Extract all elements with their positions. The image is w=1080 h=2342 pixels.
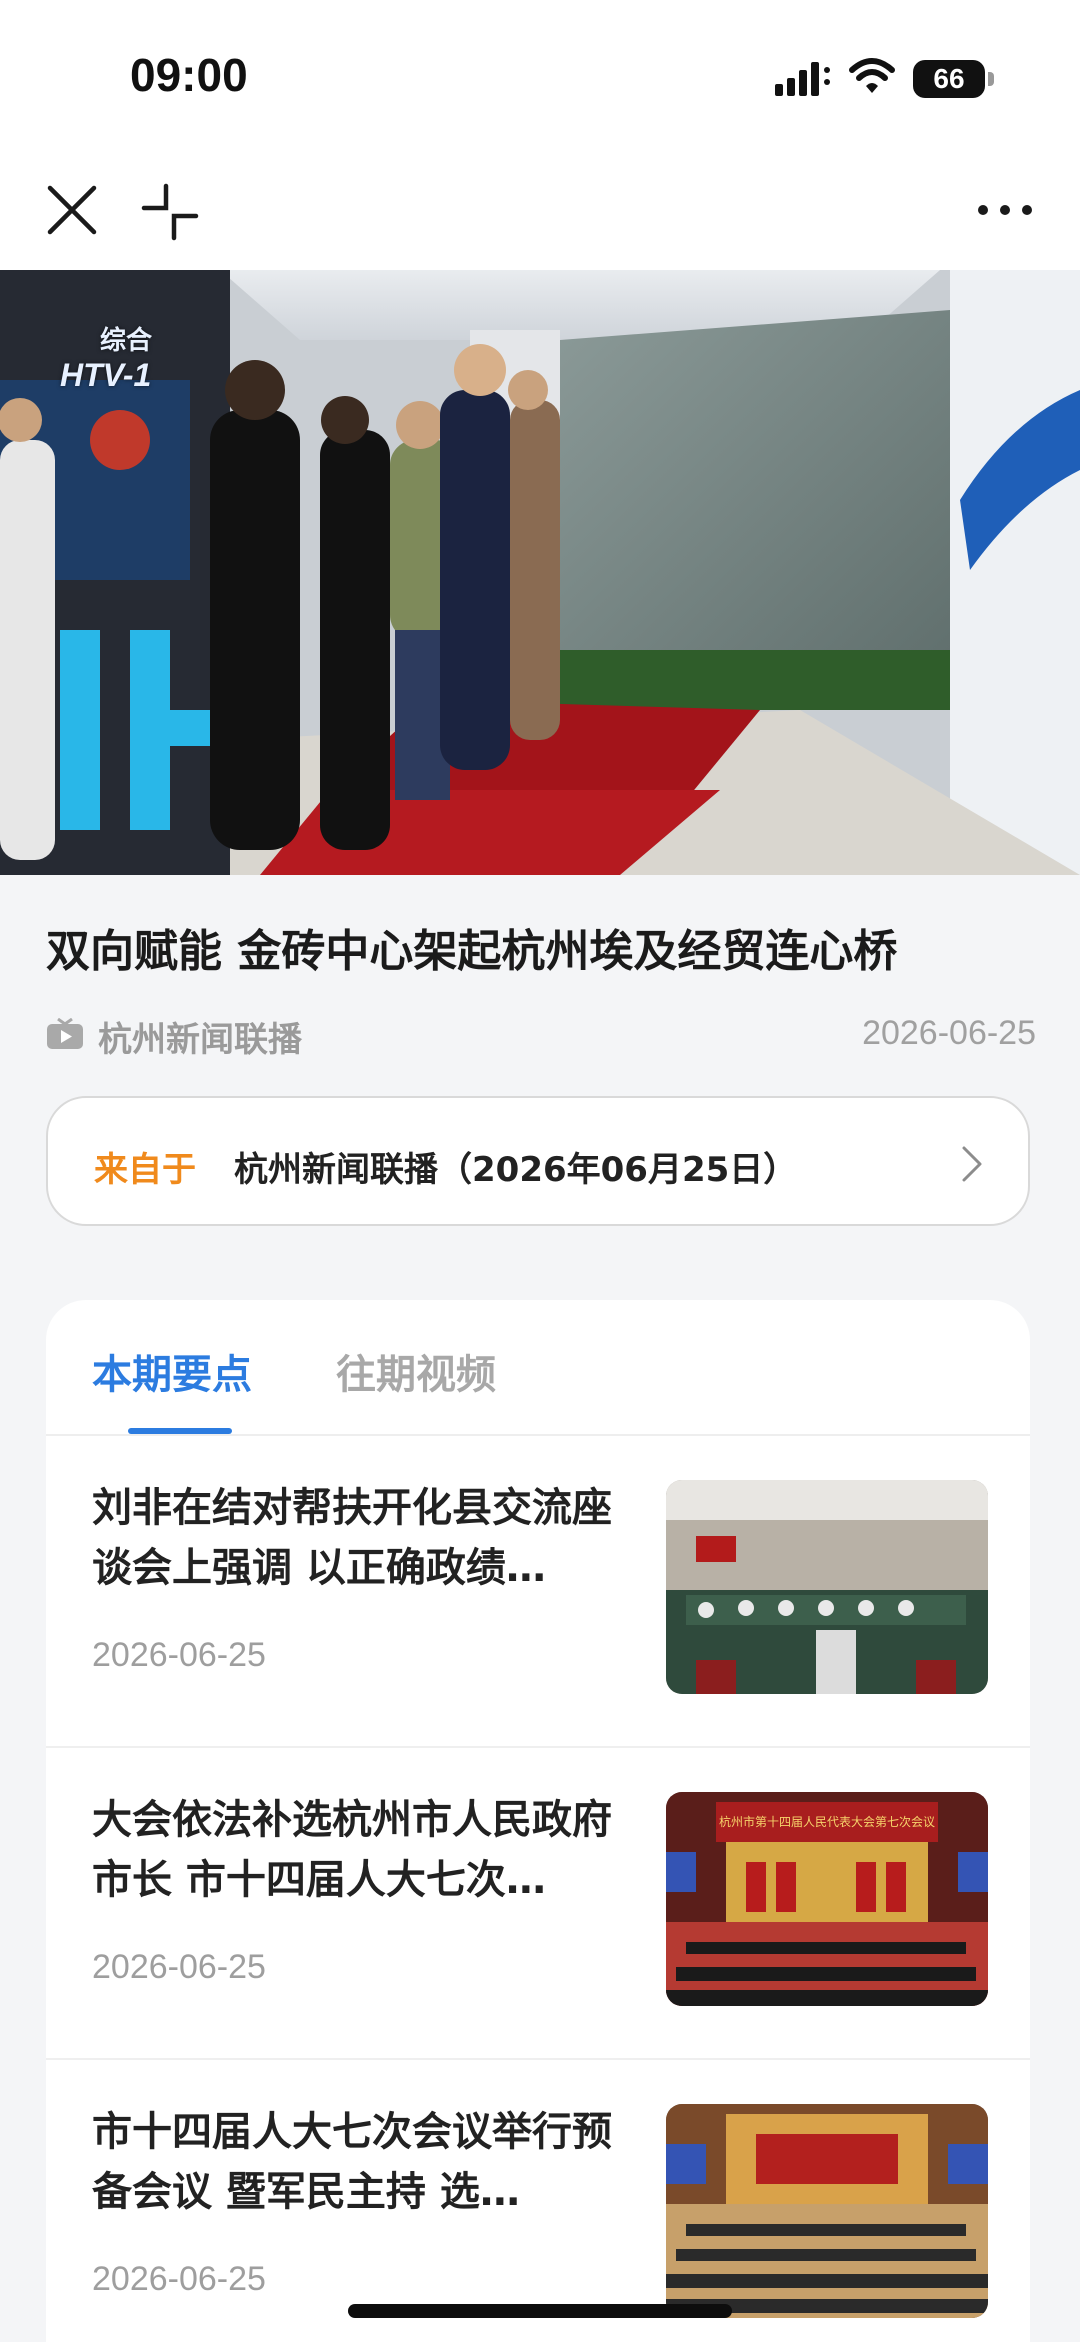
tv-icon: [47, 1018, 83, 1049]
news-title: 大会依法补选杭州市人民政府市长 市十四届人大七次…: [92, 1797, 612, 1903]
news-date: 2026-06-25: [92, 2260, 266, 2298]
battery-tip: [988, 72, 994, 86]
battery-indicator: 66: [913, 60, 985, 98]
status-time: 09:00: [130, 49, 248, 101]
source-row: 杭州新闻联播 2026-06-25: [46, 1010, 1036, 1060]
news-title: 刘非在结对帮扶开化县交流座谈会上强调 以正确政绩…: [92, 1485, 612, 1591]
news-date: 2026-06-25: [92, 1948, 266, 1986]
nav-bar: [0, 160, 1080, 270]
active-tab-indicator: [128, 1428, 232, 1434]
list-item[interactable]: 刘非在结对帮扶开化县交流座谈会上强调 以正确政绩… 2026-06-25: [46, 1436, 1030, 1748]
signal-icon: [775, 62, 830, 96]
from-program-text: 杭州新闻联播（2026年06月25日）: [234, 1150, 798, 1190]
news-thumbnail: 杭州市第十四届人民代表大会第七次会议: [666, 1792, 988, 2006]
from-label: 来自于: [94, 1150, 196, 1190]
list-item[interactable]: 市十四届人大七次会议举行预备会议 暨军民主持 选… 2026-06-25: [46, 2060, 1030, 2342]
news-date: 2026-06-25: [92, 1636, 266, 1674]
status-bar: 09:00 66: [0, 0, 1080, 160]
source-name[interactable]: 杭州新闻联播: [98, 1012, 302, 1061]
tab-highlights[interactable]: 本期要点: [92, 1342, 252, 1400]
more-icon[interactable]: [975, 200, 1035, 220]
video-player[interactable]: 综合 HTV-1: [0, 270, 1080, 875]
close-icon[interactable]: [44, 182, 100, 238]
publish-date: 2026-06-25: [862, 1014, 1036, 1052]
from-program-card[interactable]: 来自于 杭州新闻联播（2026年06月25日）: [46, 1096, 1030, 1226]
news-thumbnail: [666, 1480, 988, 1694]
news-thumbnail: [666, 2104, 988, 2318]
episode-panel: 本期要点 往期视频 刘非在结对帮扶开化县交流座谈会上强调 以正确政绩… 2026…: [46, 1300, 1030, 2342]
chevron-right-icon: [962, 1146, 982, 1182]
wifi-icon: [849, 58, 895, 93]
home-indicator[interactable]: [348, 2304, 732, 2318]
tab-bar: 本期要点 往期视频: [46, 1300, 1030, 1436]
tab-past-videos[interactable]: 往期视频: [336, 1342, 496, 1400]
news-title: 市十四届人大七次会议举行预备会议 暨军民主持 选…: [92, 2109, 612, 2215]
list-item[interactable]: 大会依法补选杭州市人民政府市长 市十四届人大七次… 2026-06-25 杭州市…: [46, 1748, 1030, 2060]
minimize-icon[interactable]: [140, 182, 200, 242]
channel-logo: 综合 HTV-1: [60, 325, 153, 393]
thumb-banner-text: 杭州市第十四届人民代表大会第七次会议: [719, 1814, 935, 1829]
video-frame: [0, 270, 1080, 875]
article-title: 双向赋能 金砖中心架起杭州埃及经贸连心桥: [46, 926, 898, 977]
